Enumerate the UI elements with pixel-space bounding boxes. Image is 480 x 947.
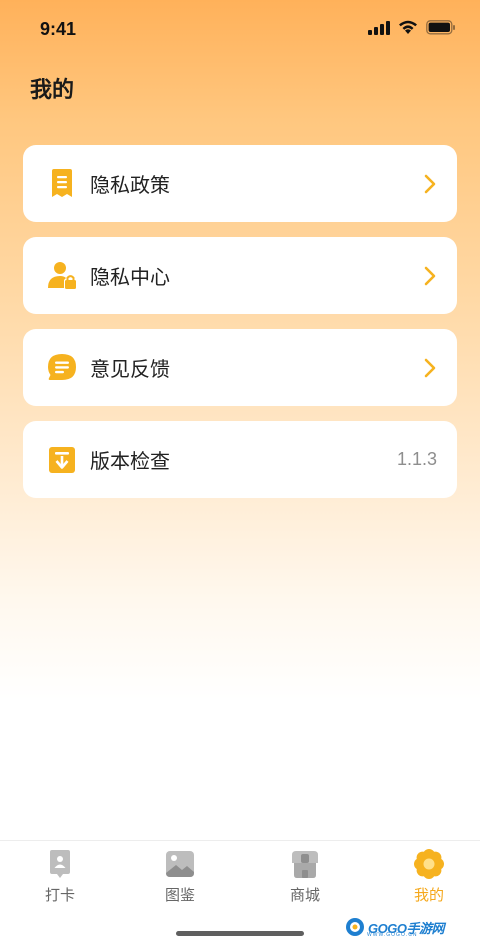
menu-item-label: 意见反馈 [90, 359, 170, 381]
status-icons [368, 20, 456, 35]
status-bar: 9:41 [0, 0, 480, 60]
chat-bubble-icon [47, 353, 77, 383]
menu-item-feedback[interactable]: 意见反馈 [23, 329, 457, 406]
home-indicator [176, 931, 304, 936]
tab-mine[interactable]: 我的 [369, 849, 480, 905]
document-icon [47, 168, 77, 199]
user-lock-icon [47, 261, 77, 291]
image-gallery-icon [166, 851, 194, 877]
download-icon [47, 445, 77, 475]
menu-item-label: 隐私中心 [90, 267, 170, 289]
tab-label: 打卡 [44, 887, 75, 904]
tab-checkin[interactable]: 打卡 [0, 849, 120, 905]
watermark: GOGO手游网 WWW.GOGO.CN [345, 914, 445, 940]
watermark-subtext: WWW.GOGO.CN [367, 932, 418, 938]
chevron-right-icon [424, 358, 436, 377]
checkin-icon [50, 850, 70, 878]
version-number: 1.1.3 [396, 449, 437, 469]
tab-label: 图鉴 [164, 887, 195, 904]
status-time: 9:41 [40, 19, 77, 39]
wifi-icon [399, 20, 417, 34]
battery-icon [426, 20, 455, 35]
tab-shop[interactable]: 商城 [245, 849, 365, 905]
chevron-right-icon [424, 174, 436, 193]
menu-item-privacy-policy[interactable]: 隐私政策 [23, 145, 457, 222]
settings-menu: 隐私政策 隐私中心 意见反馈 版本检查 1.1.3 [23, 145, 457, 513]
menu-item-version-check[interactable]: 版本检查 1.1.3 [23, 421, 457, 498]
menu-item-label: 隐私政策 [90, 175, 170, 197]
flower-profile-icon [414, 849, 444, 879]
tab-label: 商城 [289, 887, 320, 904]
signal-icon [368, 20, 390, 35]
menu-item-privacy-center[interactable]: 隐私中心 [23, 237, 457, 314]
watermark-logo-icon [346, 918, 364, 936]
menu-item-label: 版本检查 [90, 451, 170, 473]
shop-icon [292, 851, 318, 878]
page-title: 我的 [30, 77, 75, 102]
tab-label: 我的 [413, 887, 444, 904]
chevron-right-icon [424, 266, 436, 285]
tab-gallery[interactable]: 图鉴 [120, 849, 240, 905]
